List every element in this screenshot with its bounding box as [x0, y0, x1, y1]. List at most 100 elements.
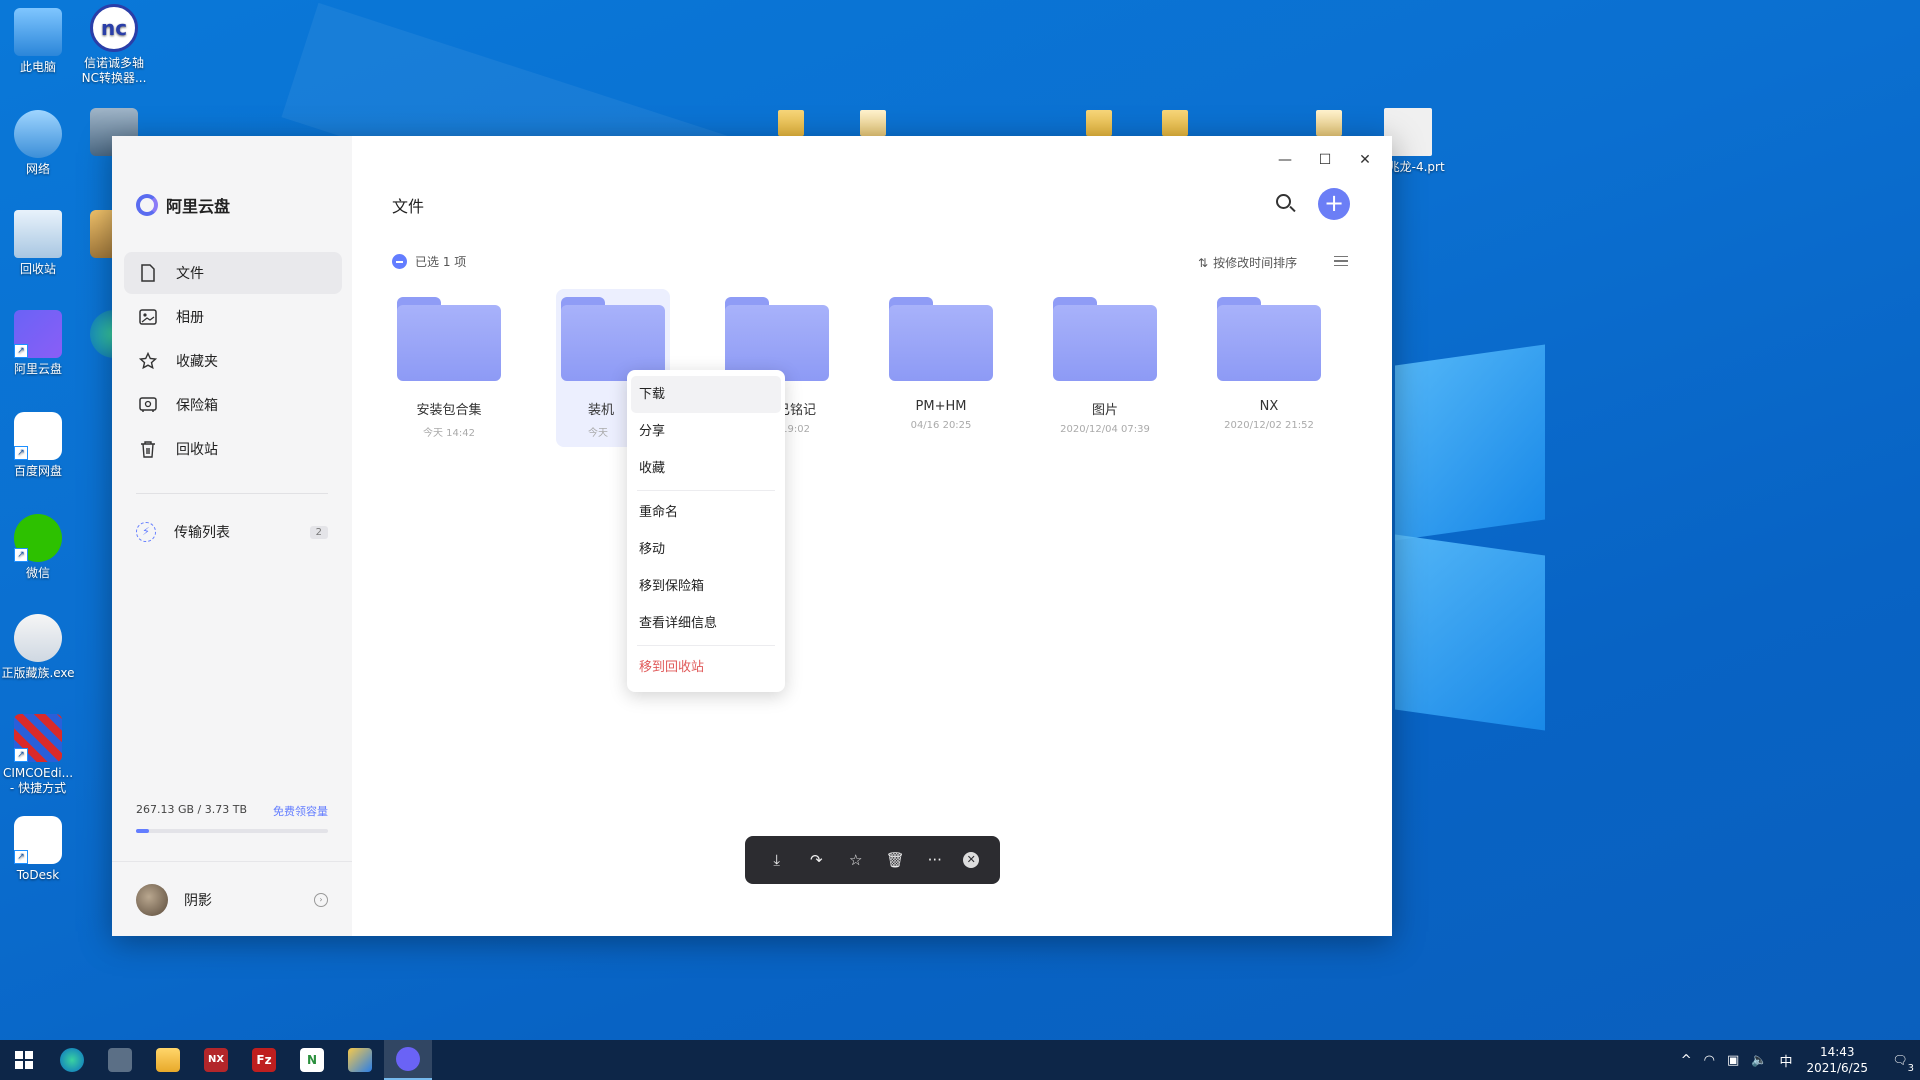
taskbar-aliyun-drive[interactable] — [384, 1040, 432, 1080]
desktop-icon-exe[interactable]: 正版藏族.exe — [0, 614, 76, 681]
notepad-icon: N — [300, 1048, 324, 1072]
main-content: — ☐ ✕ 文件 + 已选 1 项 ⇅ 按修改时间排序 安装包合集 今天 14:… — [352, 136, 1392, 936]
network-icon — [14, 110, 62, 158]
menu-item-share[interactable]: 分享 — [627, 413, 785, 450]
list-view-icon[interactable] — [1334, 256, 1348, 266]
chevron-up-icon[interactable]: ^ — [1681, 1053, 1692, 1068]
free-capacity-link[interactable]: 免费领容量 — [273, 803, 328, 819]
storage-usage-text: 267.13 GB / 3.73 TB — [136, 803, 248, 816]
desktop-icon-nc-converter[interactable]: nc 信诺诚多轴NC转换器... — [76, 4, 152, 86]
sidebar-item-files[interactable]: 文件 — [124, 252, 342, 294]
taskbar-notepad[interactable]: N — [288, 1040, 336, 1080]
menu-item-move[interactable]: 移动 — [627, 531, 785, 568]
more-icon[interactable]: ··· — [924, 851, 946, 869]
desktop-icon-todesk[interactable]: ↗ ToDesk — [0, 816, 76, 883]
desktop-folder-icon[interactable] — [778, 110, 804, 136]
safe-icon — [138, 395, 158, 415]
desktop-folder-icon[interactable] — [860, 110, 886, 136]
wifi-icon[interactable]: ◠ — [1704, 1053, 1715, 1068]
download-icon[interactable]: ⤓ — [766, 851, 788, 869]
sidebar-item-label: 文件 — [176, 266, 204, 282]
sidebar-nav: 文件 相册 收藏夹 保险箱 回收站 — [124, 252, 342, 472]
taskbar-app[interactable] — [336, 1040, 384, 1080]
desktop-folder-icon[interactable] — [1162, 110, 1188, 136]
folder-item[interactable]: 图片 2020/12/04 07:39 — [1048, 289, 1162, 447]
user-profile[interactable]: 阴影 › — [136, 884, 328, 916]
taskbar-file-explorer[interactable] — [144, 1040, 192, 1080]
search-icon[interactable] — [1276, 194, 1296, 214]
desktop-icon-cimco[interactable]: ↗ CIMCOEdi... - 快捷方式 — [0, 714, 76, 796]
folder-name: PM+HM — [915, 399, 967, 414]
sidebar-item-label: 收藏夹 — [176, 354, 218, 370]
menu-item-move-to-safe[interactable]: 移到保险箱 — [627, 568, 785, 605]
desktop-icon-baidu-netdisk[interactable]: ↗ 百度网盘 — [0, 412, 76, 479]
folder-date: 04/16 20:25 — [910, 420, 972, 431]
clock[interactable]: 14:43 2021/6/25 — [1806, 1044, 1868, 1076]
folder-item[interactable]: NX 2020/12/02 21:52 — [1212, 289, 1326, 447]
edge-icon — [60, 1048, 84, 1072]
network-status-icon[interactable]: ▣ — [1727, 1053, 1739, 1068]
storage-progress-bar — [136, 829, 328, 833]
ime-indicator[interactable]: 中 — [1779, 1051, 1792, 1070]
star-icon — [138, 351, 158, 371]
desktop-icon-recycle-bin[interactable]: 回收站 — [0, 210, 76, 277]
avatar[interactable] — [136, 884, 168, 916]
sidebar-divider — [136, 493, 328, 494]
folder-name: 图片 — [1091, 403, 1118, 418]
notification-center-button[interactable]: 🗨 3 — [1880, 1040, 1920, 1080]
recycle-bin-icon — [14, 210, 62, 258]
sort-button[interactable]: ⇅ 按修改时间排序 — [1198, 254, 1297, 271]
taskbar-edge[interactable] — [48, 1040, 96, 1080]
selection-count: 已选 1 项 — [415, 255, 467, 269]
menu-item-details[interactable]: 查看详细信息 — [627, 605, 785, 642]
menu-item-move-to-trash[interactable]: 移到回收站 — [627, 649, 785, 686]
storage-progress-fill — [136, 829, 150, 833]
user-more-icon[interactable]: › — [314, 893, 328, 907]
folder-date: 2020/12/02 21:52 — [1224, 420, 1314, 431]
folder-date: 今天 14:42 — [423, 428, 475, 439]
notification-icon: 🗨 — [1892, 1053, 1908, 1067]
folder-item[interactable]: PM+HM 04/16 20:25 — [884, 289, 998, 447]
volume-icon[interactable]: 🔈 — [1751, 1053, 1767, 1068]
menu-item-rename[interactable]: 重命名 — [627, 494, 785, 531]
menu-separator — [637, 645, 775, 646]
menu-item-download[interactable]: 下载 — [631, 376, 781, 413]
star-icon[interactable]: ☆ — [845, 851, 867, 869]
desktop-folder-icon[interactable] — [1086, 110, 1112, 136]
taskbar-nx[interactable]: NX — [192, 1040, 240, 1080]
sidebar-item-safe[interactable]: 保险箱 — [124, 384, 342, 426]
window-controls: — ☐ ✕ — [1278, 152, 1372, 168]
sidebar-item-transfer-list[interactable]: ⚡ 传输列表 2 — [136, 522, 328, 542]
folder-item[interactable]: 安装包合集 今天 14:42 — [392, 289, 506, 447]
desktop-folder-icon[interactable] — [1316, 110, 1342, 136]
start-button[interactable] — [0, 1040, 48, 1080]
folder-icon — [397, 297, 501, 381]
desktop-icon-network[interactable]: 网络 — [0, 110, 76, 177]
sidebar-item-recycle[interactable]: 回收站 — [124, 428, 342, 470]
clock-time: 14:43 — [1819, 1045, 1855, 1059]
share-icon[interactable]: ↷ — [805, 851, 827, 869]
maximize-icon[interactable]: ☐ — [1318, 152, 1332, 168]
brand: 阿里云盘 — [136, 193, 230, 217]
minimize-icon[interactable]: — — [1278, 152, 1292, 168]
sidebar-item-favorites[interactable]: 收藏夹 — [124, 340, 342, 382]
close-selection-icon[interactable]: ✕ — [963, 852, 980, 868]
brand-name: 阿里云盘 — [166, 197, 231, 216]
menu-item-favorite[interactable]: 收藏 — [627, 450, 785, 487]
trash-icon[interactable]: 🗑 — [884, 851, 906, 869]
app-icon — [348, 1048, 372, 1072]
selection-info[interactable]: 已选 1 项 — [392, 253, 466, 270]
add-button[interactable]: + — [1318, 188, 1350, 220]
sidebar-item-photos[interactable]: 相册 — [124, 296, 342, 338]
taskbar: NX Fz N ^ ◠ ▣ 🔈 中 14:43 2021/6/25 🗨 3 — [0, 1040, 1920, 1080]
taskbar-filezilla[interactable]: Fz — [240, 1040, 288, 1080]
desktop-icon-wechat[interactable]: ↗ 微信 — [0, 514, 76, 581]
desktop-icon-aliyun-drive[interactable]: ↗ 阿里云盘 — [0, 310, 76, 377]
sort-icon: ⇅ — [1198, 255, 1209, 270]
deselect-icon[interactable] — [392, 254, 407, 269]
desktop-icon-this-pc[interactable]: 此电脑 — [0, 8, 76, 75]
taskbar-calculator[interactable] — [96, 1040, 144, 1080]
context-menu: 下载 分享 收藏 重命名 移动 移到保险箱 查看详细信息 移到回收站 — [627, 370, 785, 692]
close-icon[interactable]: ✕ — [1358, 152, 1372, 168]
sidebar-item-label: 相册 — [176, 310, 204, 326]
